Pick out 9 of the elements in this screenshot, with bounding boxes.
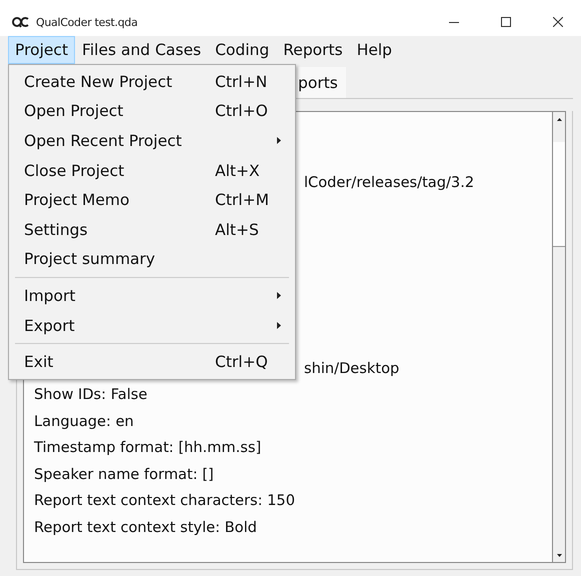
text-line: Language: en bbox=[34, 412, 134, 430]
text-line: Show IDs: False bbox=[34, 386, 148, 403]
text-line: Timestamp format: [hh.mm.ss] bbox=[34, 439, 262, 456]
text-line: Speaker name format: [] bbox=[34, 466, 214, 482]
text-line: Report text context characters: 150 bbox=[34, 492, 295, 509]
text-line: lCoder/releases/tag/3.2 bbox=[304, 174, 474, 191]
text-line: Report text context style: Bold bbox=[34, 518, 257, 536]
text-line: shin/Desktop bbox=[304, 360, 400, 376]
window-title: QualCoder test.qda bbox=[36, 16, 139, 28]
